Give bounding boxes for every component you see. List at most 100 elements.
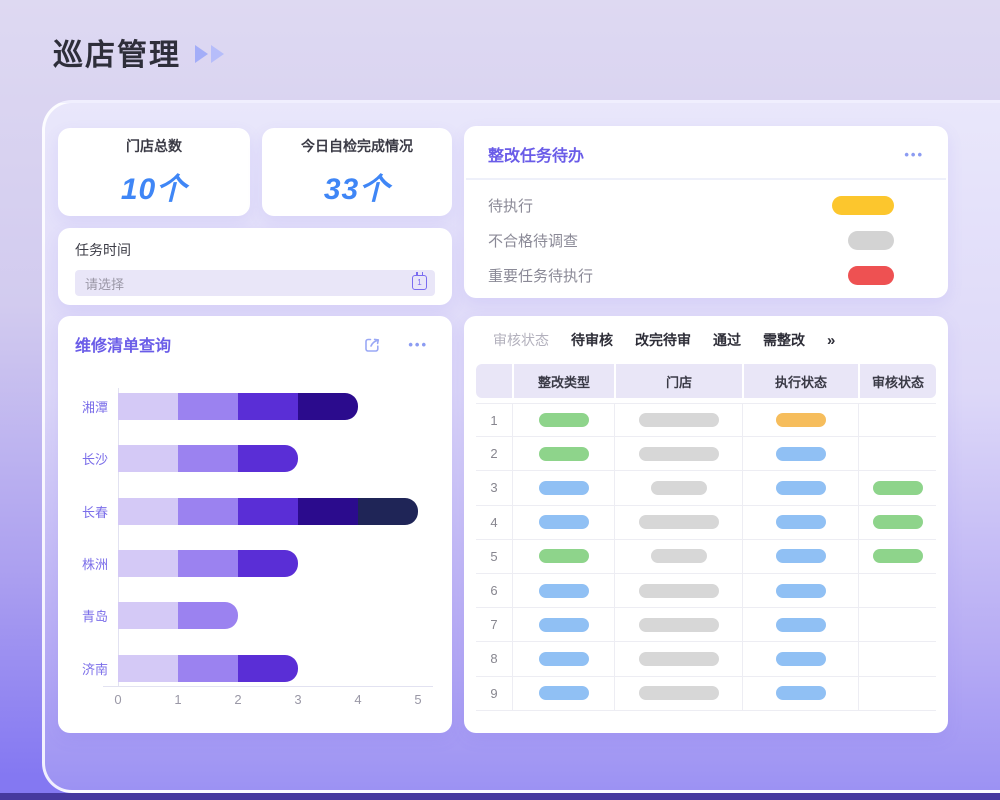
page-title: 巡店管理: [53, 30, 181, 74]
stacked-bar: [118, 655, 298, 682]
chart-x-tick: 0: [114, 692, 121, 707]
table-cell: [512, 677, 614, 710]
store-pill: [651, 549, 707, 563]
table-cell: [858, 471, 936, 504]
table-row[interactable]: 7: [476, 608, 936, 642]
exec-status-pill: [776, 549, 826, 563]
type-pill: [539, 549, 589, 563]
type-pill: [539, 515, 589, 529]
table-row[interactable]: 4: [476, 506, 936, 540]
bar-segment: [238, 655, 298, 682]
chart-row: 长春: [58, 498, 452, 525]
stat-card-self-check: 今日自检完成情况 33个: [262, 128, 452, 216]
exec-status-pill: [776, 447, 826, 461]
chart-x-tick: 3: [294, 692, 301, 707]
exec-status-pill: [776, 686, 826, 700]
todo-item-label: 不合格待调查: [488, 230, 578, 251]
chart-y-axis: [118, 388, 119, 686]
todo-item: 不合格待调查: [464, 223, 948, 258]
bar-segment: [118, 498, 178, 525]
store-pill: [639, 447, 719, 461]
bar-segment: [118, 393, 178, 420]
table-cell: [512, 574, 614, 607]
bar-segment: [178, 550, 238, 577]
chart-row: 青岛: [58, 602, 452, 629]
store-pill: [651, 481, 707, 495]
table-header-cell: 执行状态: [742, 364, 858, 398]
tab-需整改[interactable]: 需整改: [763, 330, 805, 350]
chart-category-label: 株洲: [58, 554, 108, 573]
chart-category-label: 济南: [58, 659, 108, 678]
chart-category-label: 青岛: [58, 606, 108, 625]
filter-label: 审核状态: [493, 330, 549, 350]
table-header-cell: [476, 364, 512, 398]
row-index-cell: 8: [476, 642, 512, 675]
store-pill: [639, 618, 719, 632]
chart-x-tick: 5: [414, 692, 421, 707]
chart-x-tick: 4: [354, 692, 361, 707]
type-pill: [539, 447, 589, 461]
review-status-pill: [873, 481, 923, 495]
ellipsis-menu-icon[interactable]: •••: [904, 147, 924, 162]
stacked-bar: [118, 602, 238, 629]
status-pill: [848, 231, 894, 250]
tab-待审核[interactable]: 待审核: [571, 330, 613, 350]
table-cell: [614, 677, 742, 710]
tab-改完待审[interactable]: 改完待审: [635, 330, 691, 350]
table-cell: [512, 437, 614, 470]
status-pill: [832, 196, 894, 215]
review-status-pill: [873, 549, 923, 563]
bar-segment: [178, 602, 238, 629]
table-cell: [742, 642, 858, 675]
chart-x-axis: [103, 686, 433, 687]
ellipsis-menu-icon[interactable]: •••: [408, 337, 428, 352]
table-cell: [742, 437, 858, 470]
store-pill: [639, 413, 719, 427]
exec-status-pill: [776, 515, 826, 529]
stacked-bar: [118, 445, 298, 472]
table-cell: [512, 471, 614, 504]
table-cell: [512, 642, 614, 675]
type-pill: [539, 481, 589, 495]
table-body: 123456789: [476, 403, 936, 711]
chart-row: 长沙: [58, 445, 452, 472]
store-pill: [639, 652, 719, 666]
page-header: 巡店管理: [53, 30, 224, 74]
repair-list-card: 维修清单查询 ••• 湘潭长沙长春株洲青岛济南012345: [58, 316, 452, 733]
table-cell: [614, 471, 742, 504]
table-row[interactable]: 9: [476, 677, 936, 711]
table-row[interactable]: 1: [476, 403, 936, 437]
table-row[interactable]: 5: [476, 540, 936, 574]
share-icon[interactable]: [363, 335, 382, 354]
row-index-cell: 4: [476, 506, 512, 539]
exec-status-pill: [776, 584, 826, 598]
table-cell: [614, 540, 742, 573]
chevron-more-icon[interactable]: »: [827, 332, 835, 349]
status-pill: [848, 266, 894, 285]
task-time-select[interactable]: 请选择 1: [75, 270, 435, 296]
table-row[interactable]: 3: [476, 471, 936, 505]
bar-segment: [178, 498, 238, 525]
stat-value: 33个: [324, 164, 390, 208]
stat-value: 10个: [121, 164, 187, 208]
table-cell: [858, 642, 936, 675]
todo-item: 待执行: [464, 188, 948, 223]
tab-通过[interactable]: 通过: [713, 330, 741, 350]
type-pill: [539, 618, 589, 632]
stacked-bar: [118, 498, 418, 525]
exec-status-pill: [776, 618, 826, 632]
bar-segment: [238, 445, 298, 472]
bar-segment: [178, 655, 238, 682]
table-row[interactable]: 8: [476, 642, 936, 676]
table-cell: [858, 404, 936, 436]
bar-segment: [118, 445, 178, 472]
table-cell: [614, 404, 742, 436]
repair-card-title: 维修清单查询: [75, 332, 363, 356]
store-pill: [639, 515, 719, 529]
type-pill: [539, 413, 589, 427]
table-row[interactable]: 6: [476, 574, 936, 608]
table-row[interactable]: 2: [476, 437, 936, 471]
row-index-cell: 5: [476, 540, 512, 573]
bar-segment: [238, 550, 298, 577]
chart-row: 株洲: [58, 550, 452, 577]
